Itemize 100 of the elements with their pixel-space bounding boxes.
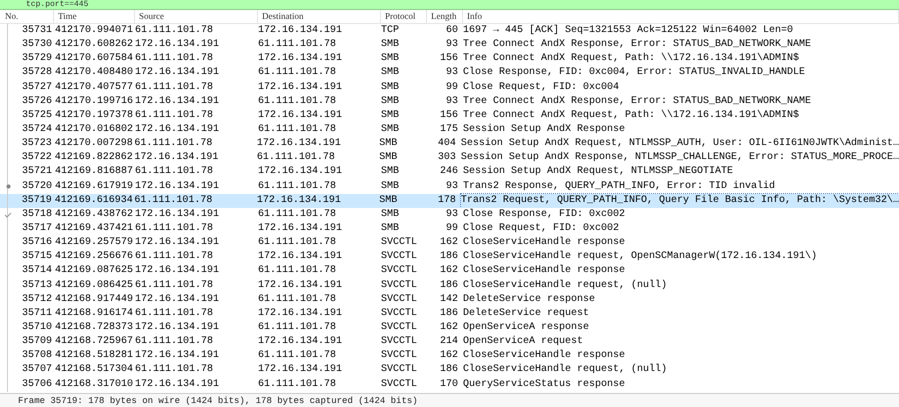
source-cell-text: 61.111.101.78 — [134, 137, 214, 152]
destination-cell-text: 172.16.134.191 — [258, 306, 344, 321]
source-cell-text: 172.16.134.191 — [135, 180, 220, 194]
protocol-cell-text: SMB — [379, 151, 398, 166]
info-cell: DeleteService request — [463, 306, 590, 321]
info-cell: Close Response, FID: 0xc002 — [463, 208, 626, 222]
info-cell-text: CloseServiceHandle request, (null) — [463, 363, 668, 378]
number-cell-text: 35712 — [20, 292, 53, 307]
protocol-cell-text: SMB — [381, 208, 400, 222]
length-cell-text: 175 — [438, 122, 458, 137]
protocol-cell-text: SMB — [381, 122, 400, 137]
protocol-cell-text: SMB — [379, 194, 398, 208]
length-cell-text: 178 — [436, 194, 456, 208]
packet-row[interactable]: 35719 412169.616934 61.111.101.78 172.16.134.191 SMB 178 Trans2 Request, QUERY_PATH_INFO, Query File Basic Info, Path: \System32\… — [0, 194, 899, 208]
protocol-cell-text: SVCCTL — [381, 264, 418, 278]
protocol-cell-text: TCP — [381, 24, 400, 38]
time-cell-text: 412169.816887 — [54, 165, 134, 180]
time-cell-text: 412169.087625 — [54, 264, 134, 278]
source-cell-text: 61.111.101.78 — [135, 363, 214, 378]
time-cell-text: 412168.917449 — [54, 292, 134, 307]
protocol-cell-text: SVCCTL — [381, 236, 418, 250]
source-cell-text: 172.16.134.191 — [134, 151, 220, 166]
protocol-cell-text: SVCCTL — [381, 306, 418, 321]
protocol-cell-text: SVCCTL — [381, 278, 418, 293]
protocol-cell-text: SVCCTL — [381, 292, 418, 307]
protocol-cell-text: SMB — [379, 137, 398, 152]
number-cell-text: 35728 — [20, 66, 53, 80]
length-cell-text: 156 — [438, 52, 458, 66]
protocol-cell-text: SMB — [381, 94, 400, 109]
number-cell-text: 35713 — [20, 278, 53, 293]
protocol-cell-text: SMB — [381, 80, 400, 95]
source-cell-text: 61.111.101.78 — [135, 52, 214, 66]
column-header[interactable]: Destination — [258, 10, 381, 23]
destination-cell-text: 172.16.134.191 — [258, 52, 344, 66]
source-cell-text: 172.16.134.191 — [135, 122, 220, 137]
destination-cell-text: 172.16.134.191 — [258, 278, 344, 293]
source-cell-text: 172.16.134.191 — [135, 349, 220, 364]
info-cell: Session Setup AndX Request, NTLMSSP_AUTH, User: OIL-6II61N0JWTK\Administ… — [460, 137, 899, 152]
source-cell-text: 61.111.101.78 — [135, 165, 214, 180]
column-header[interactable]: Time — [54, 10, 135, 23]
time-cell-text: 412168.518281 — [54, 349, 134, 364]
number-cell-text: 35720 — [20, 180, 53, 194]
number-cell-text: 35724 — [20, 122, 53, 137]
source-cell-text: 172.16.134.191 — [135, 38, 220, 52]
column-header[interactable]: Info — [463, 10, 899, 23]
destination-cell-text: 172.16.134.191 — [258, 250, 344, 264]
number-cell-text: 35710 — [20, 320, 53, 335]
time-cell-text: 412168.517304 — [54, 363, 134, 378]
number-cell-text: 35708 — [20, 349, 53, 364]
destination-cell-text: 61.111.101.78 — [258, 66, 338, 80]
source-cell-text: 61.111.101.78 — [134, 194, 214, 208]
destination-cell-text: 61.111.101.78 — [258, 94, 338, 109]
time-cell-text: 412169.616934 — [54, 194, 134, 208]
column-header[interactable]: Length — [427, 10, 463, 23]
length-cell-text: 170 — [438, 378, 458, 392]
source-cell-text: 172.16.134.191 — [135, 292, 220, 307]
protocol-cell-text: SVCCTL — [381, 335, 418, 350]
column-header[interactable]: Source — [135, 10, 258, 23]
number-cell-text: 35721 — [20, 165, 53, 180]
info-cell: CloseServiceHandle request, (null) — [463, 278, 668, 293]
number-cell-text: 35718 — [20, 208, 53, 222]
info-cell: QueryServiceStatus response — [463, 378, 626, 392]
filter-field[interactable]: tcp.port==445 — [0, 0, 899, 10]
destination-cell-text: 61.111.101.78 — [258, 180, 338, 194]
info-cell: CloseServiceHandle response — [463, 349, 626, 364]
info-cell: Close Request, FID: 0xc004 — [463, 80, 620, 95]
time-cell-text: 412170.994071 — [54, 24, 134, 38]
length-cell-text: 214 — [438, 335, 458, 350]
source-cell-text: 61.111.101.78 — [135, 335, 214, 350]
number-cell-text: 35709 — [20, 335, 53, 350]
source-cell-text: 61.111.101.78 — [135, 108, 214, 123]
time-cell-text: 412169.438762 — [54, 208, 134, 222]
destination-cell-text: 61.111.101.78 — [258, 38, 338, 52]
source-cell-text: 61.111.101.78 — [135, 278, 214, 293]
destination-cell-text: 172.16.134.191 — [258, 108, 344, 123]
column-header[interactable]: Protocol — [381, 10, 427, 23]
time-cell-text: 412170.007298 — [54, 137, 134, 152]
protocol-cell-text: SVCCTL — [381, 349, 418, 364]
info-cell: CloseServiceHandle request, OpenSCManagerW(172.16.134.191\) — [463, 250, 818, 264]
destination-cell-text: 61.111.101.78 — [258, 378, 338, 392]
source-cell-text: 172.16.134.191 — [135, 208, 220, 222]
source-cell-text: 172.16.134.191 — [135, 264, 220, 278]
number-cell-text: 35715 — [20, 250, 53, 264]
column-header[interactable]: No. — [0, 10, 54, 23]
time-cell-text: 412169.822862 — [54, 151, 134, 166]
time-cell-text: 412170.199716 — [54, 94, 134, 109]
destination-cell-text: 172.16.134.191 — [256, 137, 342, 152]
info-cell: Tree Connect AndX Response, Error: STATUS_BAD_NETWORK_NAME — [463, 94, 812, 109]
number-cell-text: 35707 — [20, 363, 53, 378]
time-cell-text: 412169.086425 — [54, 278, 134, 293]
number-cell-text: 35727 — [20, 80, 53, 95]
length-cell-text: 303 — [436, 151, 456, 166]
protocol-cell-text: SMB — [381, 108, 400, 123]
length-cell-text: 186 — [438, 306, 458, 321]
time-cell-text: 412170.608262 — [54, 38, 134, 52]
source-cell-text: 172.16.134.191 — [135, 66, 220, 80]
info-cell: Trans2 Response, QUERY_PATH_INFO, Error: TID invalid — [463, 180, 776, 194]
destination-cell-text: 172.16.134.191 — [258, 80, 344, 95]
length-cell-text: 162 — [438, 264, 458, 278]
length-cell-text: 93 — [444, 208, 458, 222]
